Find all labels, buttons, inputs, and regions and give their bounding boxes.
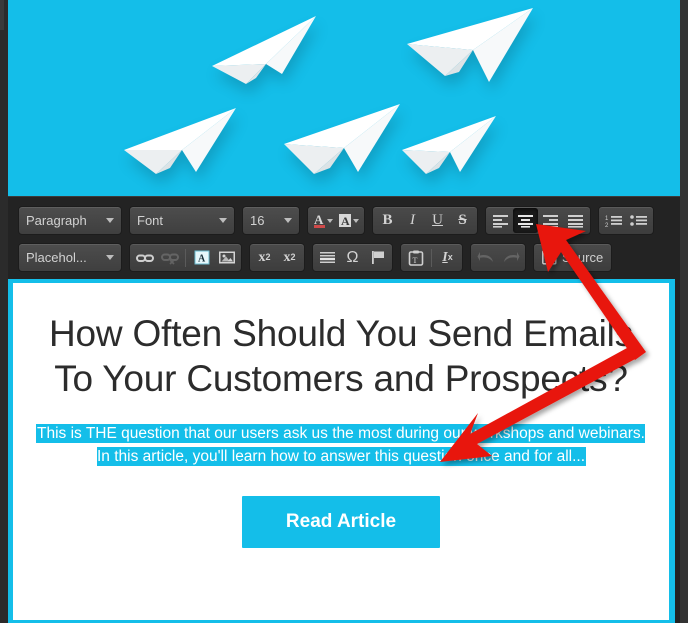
alignment-group <box>485 206 591 235</box>
font-size-value: 16 <box>250 213 265 228</box>
editor-canvas-border: How Often Should You Send Emails To Your… <box>8 279 675 623</box>
toolbar-separator <box>431 248 432 267</box>
list-group: 1 2 <box>598 206 654 235</box>
editor-content-area[interactable]: How Often Should You Send Emails To Your… <box>13 283 669 620</box>
anchor-icon[interactable]: A <box>189 245 214 270</box>
chevron-down-icon <box>284 218 292 223</box>
svg-text:T: T <box>412 256 417 265</box>
toolbar-row-2: Placehol... A x 2 x 2 Ω T I x <> Source <box>12 239 676 276</box>
background-color-button[interactable]: A <box>336 208 362 233</box>
insert-misc-group: Ω <box>312 243 393 272</box>
svg-text:1: 1 <box>605 216 609 222</box>
subscript-icon[interactable]: x2 <box>252 245 277 270</box>
font-size-dropdown[interactable]: 16 <box>242 206 300 235</box>
script-group: x2 x2 <box>249 243 305 272</box>
image-icon[interactable] <box>214 245 239 270</box>
font-family-value: Font <box>137 213 164 228</box>
align-justify-icon[interactable] <box>563 208 588 233</box>
paper-airplane-icon <box>120 104 242 184</box>
selected-paragraph-text[interactable]: This is THE question that our users ask … <box>37 425 645 465</box>
clipboard-group: T Ix <box>400 243 463 272</box>
svg-text:A: A <box>341 214 350 228</box>
read-article-button[interactable]: Read Article <box>242 496 440 549</box>
article-paragraph[interactable]: This is THE question that our users ask … <box>37 423 645 468</box>
bulleted-list-icon[interactable] <box>626 208 651 233</box>
chevron-down-icon <box>106 218 114 223</box>
paper-airplane-icon <box>398 112 502 182</box>
toolbar-separator <box>185 248 186 267</box>
unlink-icon[interactable] <box>157 245 182 270</box>
strikethrough-icon[interactable]: S <box>450 208 475 233</box>
window-scrollbar[interactable] <box>680 0 688 623</box>
svg-text:A: A <box>314 212 324 227</box>
app-window: Paragraph Font 16 A A B I U S 1 2 Placeh… <box>0 0 688 623</box>
paper-airplane-icon <box>280 100 406 186</box>
paper-airplane-icon <box>403 4 539 92</box>
undo-arrow-icon[interactable] <box>473 245 498 270</box>
numbered-list-icon[interactable]: 1 2 <box>601 208 626 233</box>
chevron-down-icon <box>219 218 227 223</box>
svg-text:2: 2 <box>605 223 609 228</box>
rich-text-editor: Paragraph Font 16 A A B I U S 1 2 Placeh… <box>8 196 680 623</box>
placeholder-value: Placehol... <box>26 250 87 265</box>
remove-format-icon[interactable]: Ix <box>435 245 460 270</box>
underline-icon[interactable]: U <box>425 208 450 233</box>
article-headline[interactable]: How Often Should You Send Emails To Your… <box>43 311 639 401</box>
flag-icon[interactable] <box>365 245 390 270</box>
color-button-group: A A <box>307 206 365 235</box>
source-group: <> Source <box>533 243 613 272</box>
editor-toolbar: Paragraph Font 16 A A B I U S 1 2 Placeh… <box>8 197 680 279</box>
svg-text:A: A <box>198 254 206 265</box>
align-right-icon[interactable] <box>538 208 563 233</box>
source-button-label: Source <box>562 250 604 265</box>
text-color-button[interactable]: A <box>310 208 336 233</box>
toolbar-row-1: Paragraph Font 16 A A B I U S 1 2 <box>12 202 676 239</box>
redo-arrow-icon[interactable] <box>498 245 523 270</box>
chevron-down-icon <box>106 255 114 260</box>
insert-group: A <box>129 243 242 272</box>
window-left-edge <box>0 0 8 623</box>
align-center-icon[interactable] <box>513 208 538 233</box>
source-button[interactable]: <> Source <box>536 245 609 270</box>
paper-airplane-icon <box>208 14 320 86</box>
bold-icon[interactable]: B <box>375 208 400 233</box>
paste-text-icon[interactable]: T <box>403 245 428 270</box>
paragraph-format-dropdown[interactable]: Paragraph <box>18 206 122 235</box>
superscript-icon[interactable]: x2 <box>277 245 302 270</box>
italic-icon[interactable]: I <box>400 208 425 233</box>
link-icon[interactable] <box>132 245 157 270</box>
placeholder-dropdown[interactable]: Placehol... <box>18 243 122 272</box>
window-left-corner <box>0 0 4 30</box>
text-style-group: B I U S <box>372 206 478 235</box>
horizontal-rule-icon[interactable] <box>315 245 340 270</box>
svg-text:<>: <> <box>544 255 554 264</box>
font-family-dropdown[interactable]: Font <box>129 206 235 235</box>
source-code-icon: <> <box>542 250 557 265</box>
hero-banner <box>8 0 680 196</box>
paragraph-format-value: Paragraph <box>26 213 87 228</box>
omega-icon[interactable]: Ω <box>340 245 365 270</box>
history-group <box>470 243 526 272</box>
align-left-icon[interactable] <box>488 208 513 233</box>
